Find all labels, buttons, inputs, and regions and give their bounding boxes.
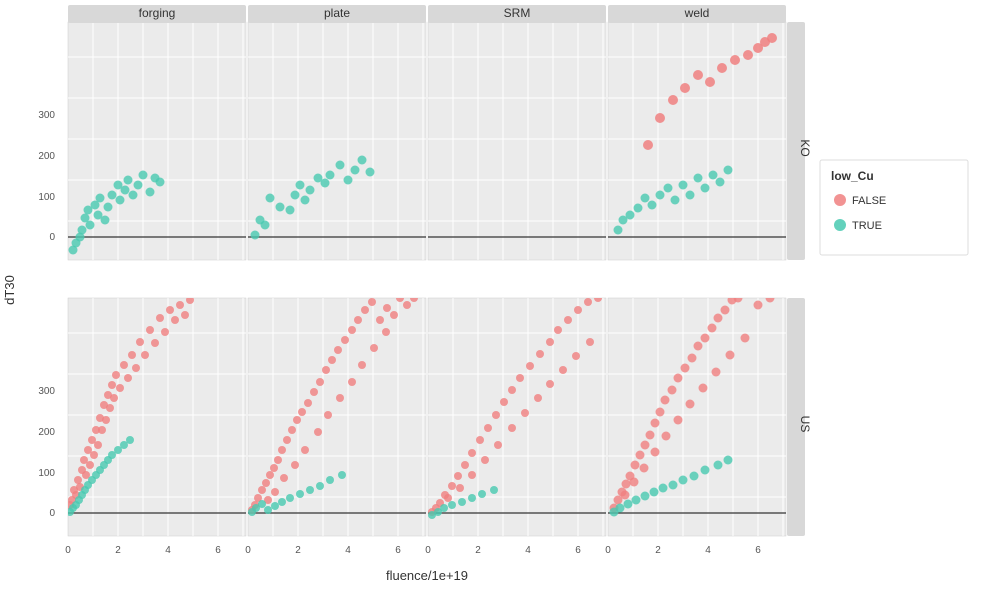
x-tick-weld-2: 2: [655, 545, 661, 556]
x-tick-srm-6: 6: [575, 545, 581, 556]
col-header-weld: weld: [684, 6, 710, 20]
legend-false-icon: [834, 194, 846, 206]
y-tick-200: 200: [38, 151, 55, 162]
x-tick-srm-2: 2: [475, 545, 481, 556]
legend-title: low_Cu: [831, 169, 874, 183]
y-tick-0: 0: [49, 232, 55, 243]
col-header-plate: plate: [324, 6, 350, 20]
legend-true-label: TRUE: [852, 220, 882, 232]
col-header-forging: forging: [139, 6, 176, 20]
x-tick-plate-2: 2: [295, 545, 301, 556]
chart-container: forging plate SRM weld KO US 0 100 200 3…: [0, 0, 987, 612]
y-tick-300: 300: [38, 110, 55, 121]
y-tick-100: 100: [38, 192, 55, 203]
x-tick-weld-0: 0: [605, 545, 611, 556]
x-tick-forging-6: 6: [215, 545, 221, 556]
y-tick-300-us: 300: [38, 386, 55, 397]
row-label-ko: KO: [798, 139, 812, 156]
x-tick-weld-4: 4: [705, 545, 711, 556]
legend-true-icon: [834, 219, 846, 231]
row-label-us: US: [798, 416, 812, 433]
x-tick-plate-4: 4: [345, 545, 351, 556]
x-tick-srm-0: 0: [425, 545, 431, 556]
y-axis-label: dT30: [2, 275, 17, 305]
x-tick-plate-6: 6: [395, 545, 401, 556]
x-tick-srm-4: 4: [525, 545, 531, 556]
legend-false-label: FALSE: [852, 195, 886, 207]
y-tick-0-us: 0: [49, 508, 55, 519]
x-tick-forging-4: 4: [165, 545, 171, 556]
y-tick-100-us: 100: [38, 468, 55, 479]
col-header-srm: SRM: [504, 6, 531, 20]
x-tick-forging-0: 0: [65, 545, 71, 556]
y-tick-200-us: 200: [38, 427, 55, 438]
x-tick-forging-2: 2: [115, 545, 121, 556]
x-tick-weld-6: 6: [755, 545, 761, 556]
x-axis-label: fluence/1e+19: [386, 568, 468, 583]
x-tick-plate-0: 0: [245, 545, 251, 556]
